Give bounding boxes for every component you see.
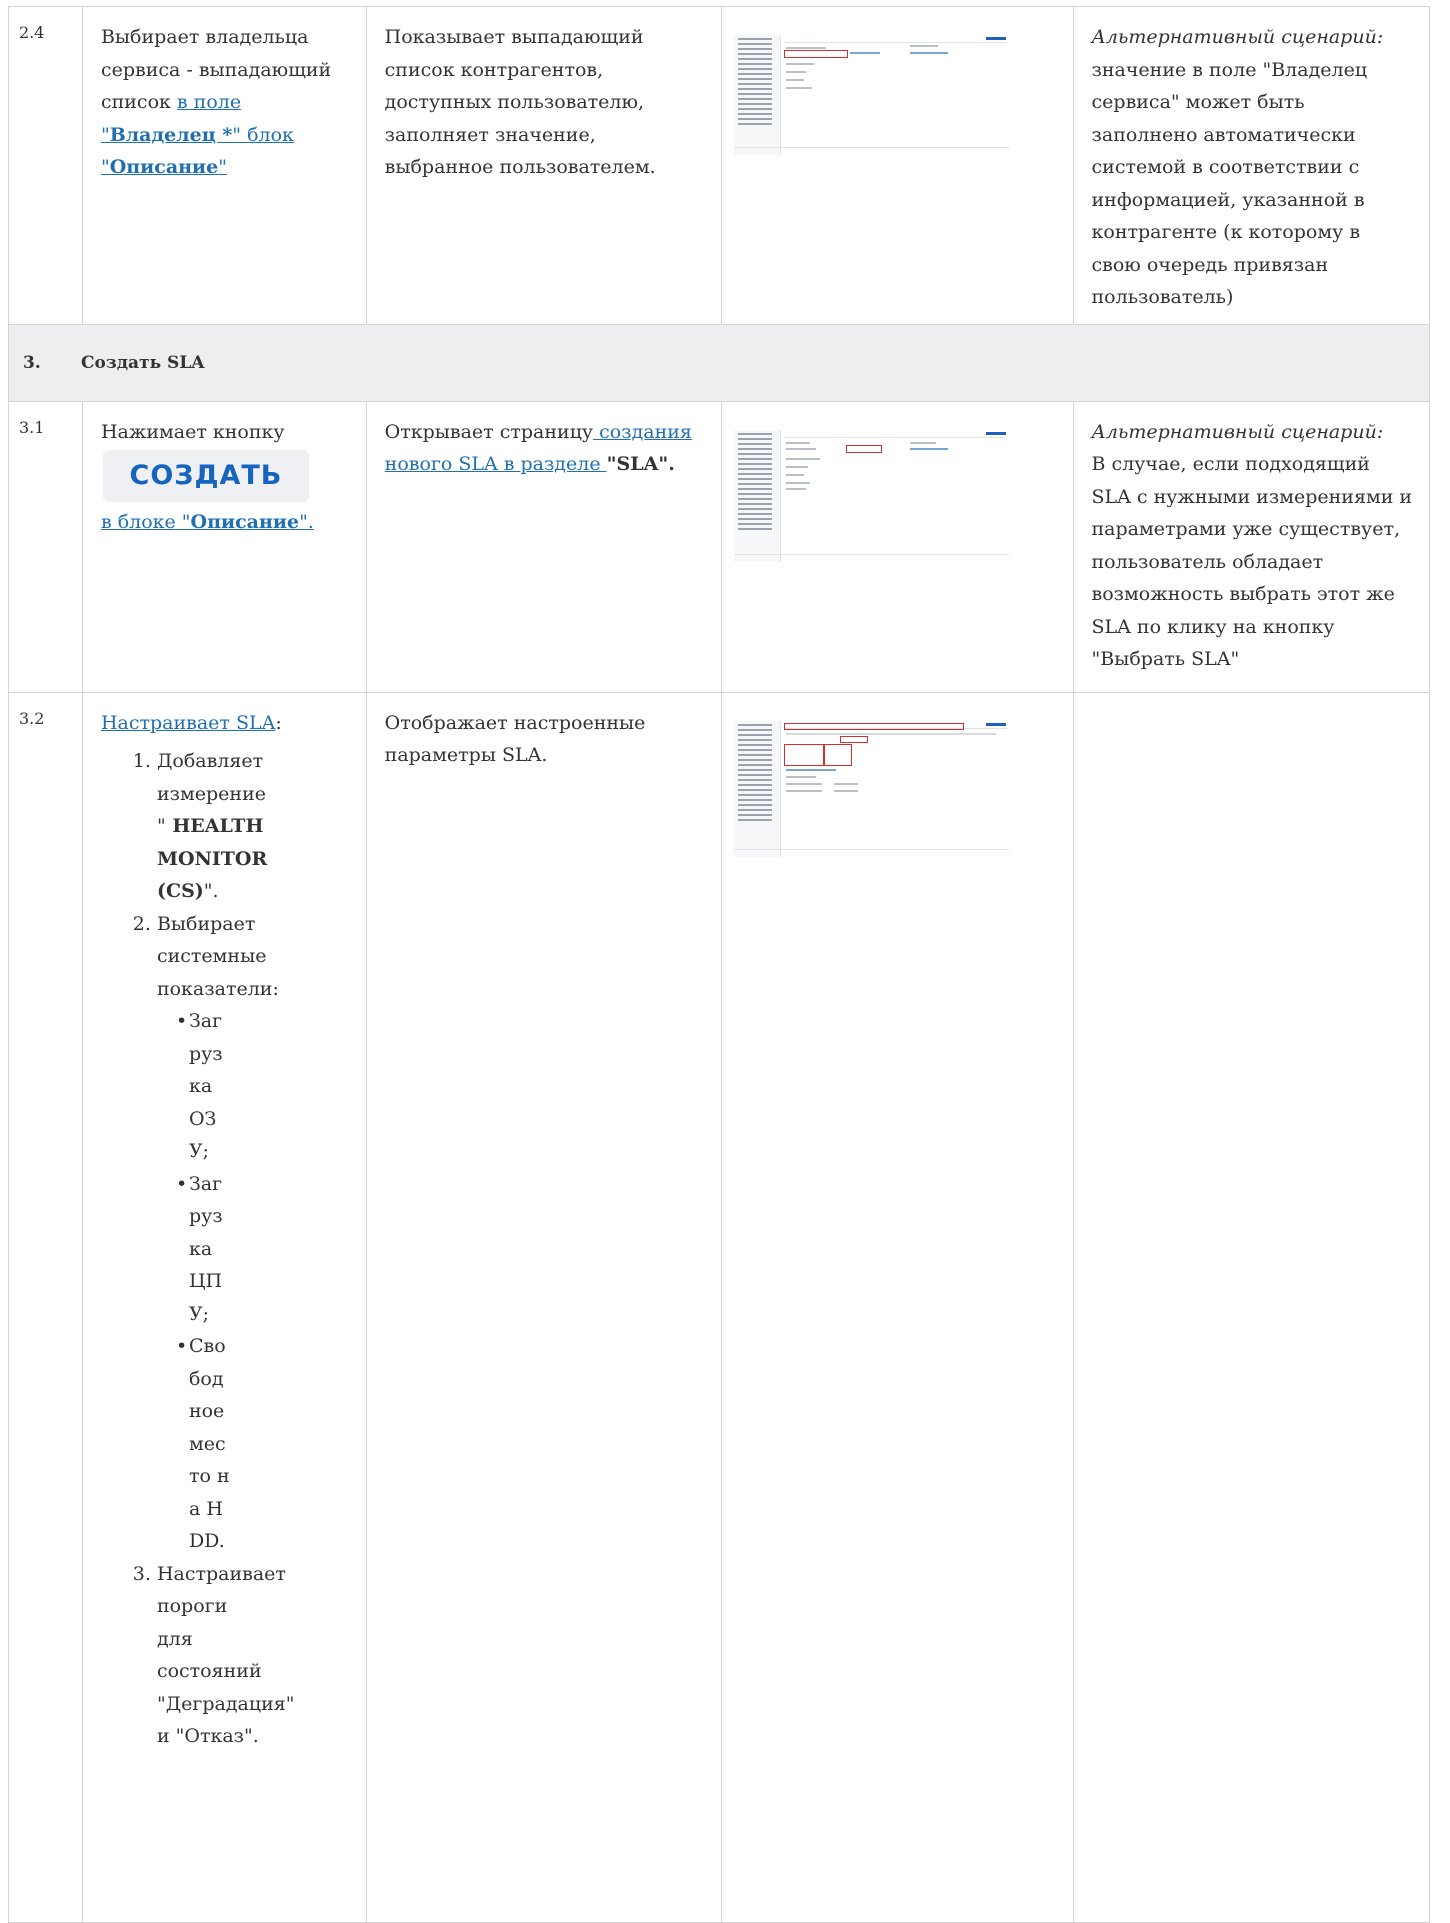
- row-number: 3.2: [19, 708, 45, 728]
- row-number: 3.1: [19, 417, 45, 437]
- system-response: Отображает настроенные параметры SLA.: [384, 711, 646, 767]
- note-text: значение в поле "Владелец сервиса" может…: [1091, 58, 1368, 309]
- row-number: 2.4: [19, 23, 45, 42]
- highlight-box: [783, 50, 848, 58]
- sub-list: Загрузка ОЗУ; Загрузка ЦПУ; Свободное ме…: [157, 1005, 233, 1558]
- sla-section-name: "SLA".: [606, 453, 675, 475]
- steps-list: Добавляет измерение " HEALTH MONITOR (CS…: [101, 745, 295, 1753]
- configure-sla-link[interactable]: Настраивает SLA: [101, 712, 275, 734]
- highlight-box: [839, 735, 868, 743]
- note-cell: Альтернативный сценарий: значение в поле…: [1074, 7, 1429, 324]
- screenshot-thumbnail: [733, 720, 1009, 857]
- section-row: 3. Создать SLA: [8, 323, 1430, 402]
- system-response: Показывает выпадающий список контрагенто…: [384, 26, 656, 178]
- user-action-cell: Нажимает кнопку СОЗДАТЬ в блоке "Описани…: [83, 402, 366, 549]
- system-response: Открывает страницу создания нового SLA в…: [367, 402, 721, 491]
- description-block-link[interactable]: в блоке "Описание".: [101, 511, 314, 533]
- section-title: Создать SLA: [81, 352, 205, 373]
- response-text: Открывает страницу: [384, 420, 594, 443]
- note-label: Альтернативный сценарий:: [1091, 420, 1384, 443]
- table-row: 2.4 Выбирает владельца сервиса - выпадаю…: [8, 6, 1431, 325]
- list-item: Настраивает пороги для состояний "Деград…: [157, 1558, 295, 1753]
- action-text: Нажимает кнопку: [100, 420, 285, 443]
- list-item: Загрузка ЦПУ;: [176, 1168, 233, 1331]
- table-row: 3.2 Настраивает SLA: Добавляет измерение…: [8, 691, 1431, 1923]
- note-label: Альтернативный сценарий:: [1091, 26, 1384, 48]
- note-cell: Альтернативный сценарий: В случае, если п…: [1074, 402, 1429, 692]
- highlight-box: [845, 444, 882, 453]
- list-item: Загрузка ОЗУ;: [176, 1005, 233, 1168]
- highlight-box: [783, 743, 824, 766]
- highlight-box: [783, 722, 964, 730]
- screenshot-thumbnail: [733, 35, 1009, 155]
- list-item: Свободное место на HDD.: [176, 1330, 233, 1558]
- user-action-cell: Выбирает владельца сервиса - выпадающий …: [83, 7, 366, 194]
- note-text: В случае, если подходящий SLA с нужными …: [1091, 453, 1413, 670]
- section-number: 3.: [23, 352, 41, 373]
- spec-table: 2.4 Выбирает владельца сервиса - выпадаю…: [8, 6, 1431, 1923]
- user-action-cell: Настраивает SLA: Добавляет измерение " H…: [83, 693, 366, 1763]
- table-row: 3.1 Нажимает кнопку СОЗДАТЬ в блоке "Опи…: [8, 400, 1431, 693]
- screenshot-thumbnail: [733, 429, 1009, 562]
- note-cell: [1074, 693, 1429, 717]
- highlight-box: [823, 743, 852, 766]
- list-item: Добавляет измерение " HEALTH MONITOR (CS…: [157, 745, 269, 908]
- create-button[interactable]: СОЗДАТЬ: [102, 450, 309, 502]
- list-item: Выбирает системные показатели: Загрузка …: [157, 908, 279, 1558]
